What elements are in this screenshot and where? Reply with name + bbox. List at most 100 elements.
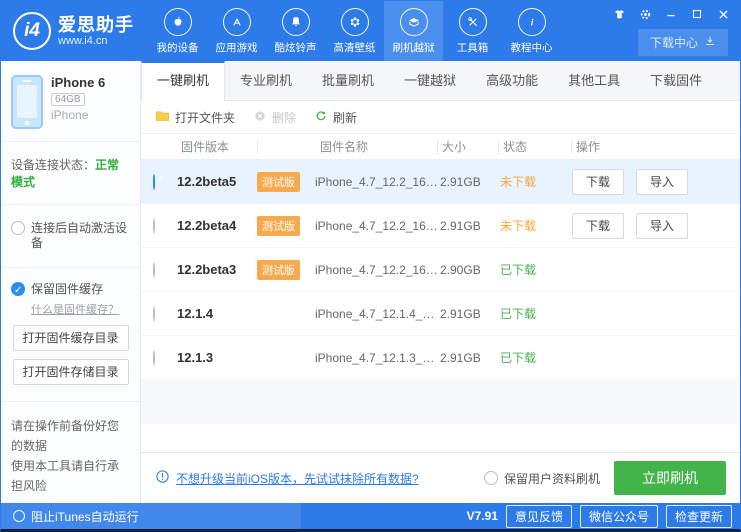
window-controls bbox=[612, 7, 730, 21]
wechat-official-button[interactable]: 微信公众号 bbox=[580, 505, 658, 528]
flash-now-button[interactable]: 立即刷机 bbox=[614, 461, 726, 495]
tab-onekey-flash[interactable]: 一键刷机 bbox=[141, 61, 225, 101]
minimize-icon[interactable] bbox=[664, 7, 678, 21]
block-itunes-toggle[interactable]: 阻止iTunes自动运行 bbox=[1, 503, 301, 529]
keep-user-data-radio[interactable] bbox=[484, 471, 498, 485]
connection-status: 设备连接状态：正常模式 bbox=[1, 142, 140, 205]
folder-icon bbox=[155, 109, 170, 125]
tab-download-firmware[interactable]: 下载固件 bbox=[635, 61, 717, 100]
skin-icon[interactable] bbox=[612, 7, 626, 21]
tab-batch-flash[interactable]: 批量刷机 bbox=[307, 61, 389, 100]
auto-activate-radio[interactable] bbox=[11, 221, 25, 235]
nav-wallpapers[interactable]: 高清壁纸 bbox=[325, 1, 384, 61]
warning-info-icon bbox=[155, 469, 170, 487]
keep-cache-radio[interactable] bbox=[11, 282, 25, 296]
sidebar: iPhone 6 64GB iPhone 设备连接状态：正常模式 连接后自动激活… bbox=[1, 61, 141, 503]
col-status: 状态 bbox=[499, 138, 571, 155]
brand: i4 爱思助手 www.i4.cn bbox=[1, 12, 144, 50]
top-navigation: 我的设备 应用游戏 酷炫铃声 高清壁纸 bbox=[148, 1, 561, 61]
nav-apps-games[interactable]: 应用游戏 bbox=[207, 1, 266, 61]
import-firmware-button[interactable]: 导入 bbox=[636, 213, 688, 239]
nav-flash-jailbreak[interactable]: 刷机越狱 bbox=[384, 1, 443, 61]
nav-tutorials[interactable]: i 教程中心 bbox=[502, 1, 561, 61]
firmware-row[interactable]: 12.2beta5 测试版 iPhone_4.7_12.2_16E5223a_R… bbox=[141, 160, 740, 204]
row-status: 已下载 bbox=[500, 349, 572, 366]
beta-badge: 测试版 bbox=[257, 260, 300, 280]
main-panel: 一键刷机 专业刷机 批量刷机 一键越狱 高级功能 其他工具 下载固件 打开文件夹 bbox=[141, 61, 740, 503]
empty-rows-area bbox=[141, 380, 740, 452]
firmware-size: 2.91GB bbox=[440, 219, 500, 233]
download-center-button[interactable]: 下载中心 bbox=[638, 29, 728, 56]
brand-name: 爱思助手 bbox=[58, 15, 134, 35]
firmware-version: 12.2beta4 bbox=[177, 218, 257, 233]
close-icon[interactable] bbox=[716, 7, 730, 21]
jailbreak-icon bbox=[400, 8, 428, 36]
download-firmware-button[interactable]: 下载 bbox=[572, 213, 624, 239]
firmware-select-radio[interactable] bbox=[153, 306, 155, 322]
row-actions: 下载 导入 bbox=[572, 169, 740, 195]
wallpaper-icon bbox=[341, 8, 369, 36]
bell-icon bbox=[282, 8, 310, 36]
beta-badge: 测试版 bbox=[257, 216, 300, 236]
tab-advanced[interactable]: 高级功能 bbox=[471, 61, 553, 100]
titlebar: i4 爱思助手 www.i4.cn 我的设备 应用游戏 bbox=[1, 1, 740, 61]
refresh-button[interactable]: 刷新 bbox=[314, 109, 357, 126]
firmware-version: 12.2beta5 bbox=[177, 174, 257, 189]
row-status: 未下载 bbox=[500, 217, 572, 234]
col-size: 大小 bbox=[438, 138, 498, 155]
delete-button[interactable]: 删除 bbox=[253, 109, 296, 126]
appstore-icon bbox=[223, 8, 251, 36]
maximize-icon[interactable] bbox=[690, 7, 704, 21]
firmware-size: 2.91GB bbox=[440, 351, 500, 365]
firmware-filename: iPhone_4.7_12.2_16E5201e_Restore.ipsw bbox=[315, 263, 440, 277]
device-capacity-badge: 64GB bbox=[51, 93, 85, 106]
nav-label: 应用游戏 bbox=[216, 40, 258, 55]
nav-my-devices[interactable]: 我的设备 bbox=[148, 1, 207, 61]
table-header: 固件版本 固件名称 大小 状态 操作 bbox=[141, 134, 740, 160]
keep-cache-option[interactable]: 保留固件缓存 bbox=[11, 282, 130, 297]
app-window: i4 爱思助手 www.i4.cn 我的设备 应用游戏 bbox=[0, 0, 741, 532]
col-action: 操作 bbox=[572, 138, 740, 155]
firmware-select-radio[interactable] bbox=[153, 218, 155, 234]
firmware-select-radio[interactable] bbox=[153, 262, 155, 278]
block-itunes-radio[interactable] bbox=[13, 510, 25, 522]
firmware-select-radio[interactable] bbox=[153, 174, 155, 190]
apple-icon bbox=[164, 8, 192, 36]
import-firmware-button[interactable]: 导入 bbox=[636, 169, 688, 195]
firmware-select-radio[interactable] bbox=[153, 350, 155, 366]
i4-logo-icon: i4 bbox=[13, 12, 51, 50]
toolbox-icon bbox=[459, 8, 487, 36]
open-folder-button[interactable]: 打开文件夹 bbox=[155, 109, 235, 126]
tab-onekey-jailbreak[interactable]: 一键越狱 bbox=[389, 61, 471, 100]
feedback-button[interactable]: 意见反馈 bbox=[506, 505, 572, 528]
auto-activate-option[interactable]: 连接后自动激活设备 bbox=[11, 221, 130, 251]
row-status: 未下载 bbox=[500, 173, 572, 190]
check-update-button[interactable]: 检查更新 bbox=[666, 505, 732, 528]
open-storage-dir-button[interactable]: 打开固件存储目录 bbox=[13, 359, 129, 385]
erase-data-link[interactable]: 不想升级当前iOS版本，先试试抹除所有数据? bbox=[155, 469, 419, 487]
tab-other-tools[interactable]: 其他工具 bbox=[553, 61, 635, 100]
nav-ringtones[interactable]: 酷炫铃声 bbox=[266, 1, 325, 61]
nav-label: 刷机越狱 bbox=[393, 40, 435, 55]
tab-pro-flash[interactable]: 专业刷机 bbox=[225, 61, 307, 100]
col-name: 固件名称 bbox=[316, 138, 437, 155]
firmware-list: 12.2beta5 测试版 iPhone_4.7_12.2_16E5223a_R… bbox=[141, 160, 740, 380]
settings-gear-icon[interactable] bbox=[638, 7, 652, 21]
what-is-cache-link[interactable]: 什么是固件缓存？ bbox=[31, 301, 119, 317]
open-cache-dir-button[interactable]: 打开固件缓存目录 bbox=[13, 325, 129, 351]
download-firmware-button[interactable]: 下载 bbox=[572, 169, 624, 195]
nav-label: 酷炫铃声 bbox=[275, 40, 317, 55]
device-name: iPhone 6 bbox=[51, 75, 105, 91]
firmware-row[interactable]: 12.1.3 iPhone_4.7_12.1.3_16D39_Restore.i… bbox=[141, 336, 740, 380]
row-status: 已下载 bbox=[500, 261, 572, 278]
firmware-row[interactable]: 12.2beta4 测试版 iPhone_4.7_12.2_16E5212f_R… bbox=[141, 204, 740, 248]
firmware-row[interactable]: 12.1.4 iPhone_4.7_12.1.4_16D57_Restore.i… bbox=[141, 292, 740, 336]
svg-text:i: i bbox=[530, 17, 533, 27]
nav-toolbox[interactable]: 工具箱 bbox=[443, 1, 502, 61]
nav-label: 我的设备 bbox=[157, 40, 199, 55]
firmware-size: 2.91GB bbox=[440, 175, 500, 189]
firmware-filename: iPhone_4.7_12.2_16E5223a_Restore.ipsw bbox=[315, 175, 440, 189]
app-version: V7.91 bbox=[467, 509, 498, 523]
firmware-row[interactable]: 12.2beta3 测试版 iPhone_4.7_12.2_16E5201e_R… bbox=[141, 248, 740, 292]
keep-user-data-option[interactable]: 保留用户资料刷机 bbox=[484, 470, 600, 487]
